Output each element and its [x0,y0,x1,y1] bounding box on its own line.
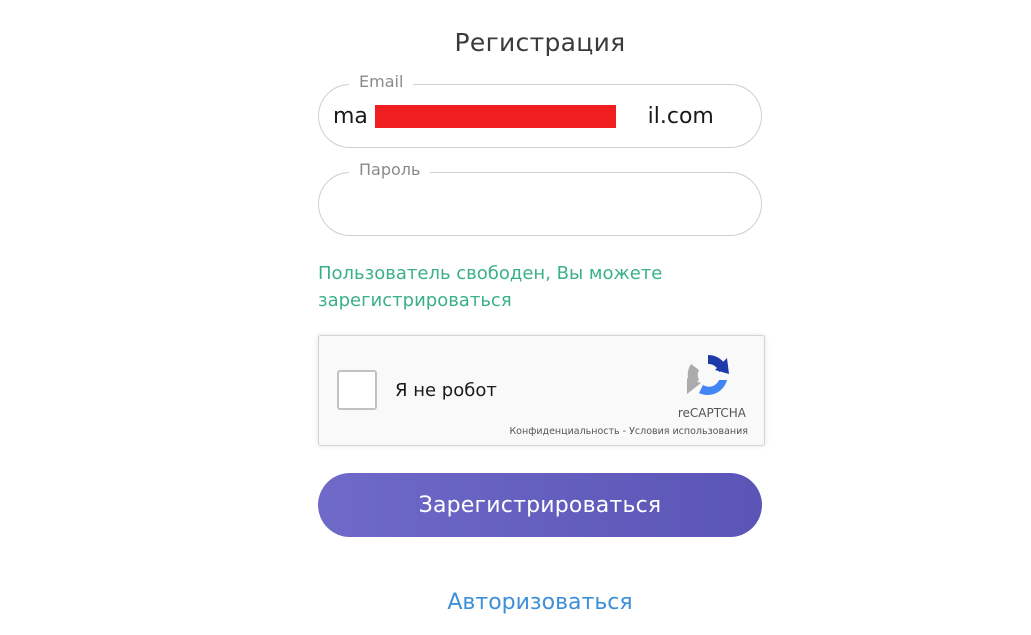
password-field[interactable]: Пароль [318,160,762,236]
recaptcha-checkbox-label: Я не робот [395,380,497,401]
recaptcha-widget: Я не робот reCAPTCHA Конфиденциальность … [318,335,765,446]
redaction-bar [375,105,616,128]
registration-page: Регистрация Email Пароль Пользователь св… [0,0,1031,635]
password-label: Пароль [349,160,431,180]
page-title: Регистрация [454,28,626,57]
email-label: Email [349,72,414,92]
availability-message: Пользователь свободен, Вы можете зарегис… [318,263,663,311]
register-button[interactable]: Зарегистрироваться [318,473,762,537]
recaptcha-privacy-terms-links[interactable]: Конфиденциальность - Условия использован… [509,426,748,437]
recaptcha-brand: reCAPTCHA [677,406,746,420]
recaptcha-checkbox[interactable] [337,370,377,410]
recaptcha-logo-icon [687,354,729,395]
password-input[interactable] [333,187,737,221]
email-field[interactable]: Email [318,72,762,148]
login-link[interactable]: Авторизоваться [318,590,762,615]
